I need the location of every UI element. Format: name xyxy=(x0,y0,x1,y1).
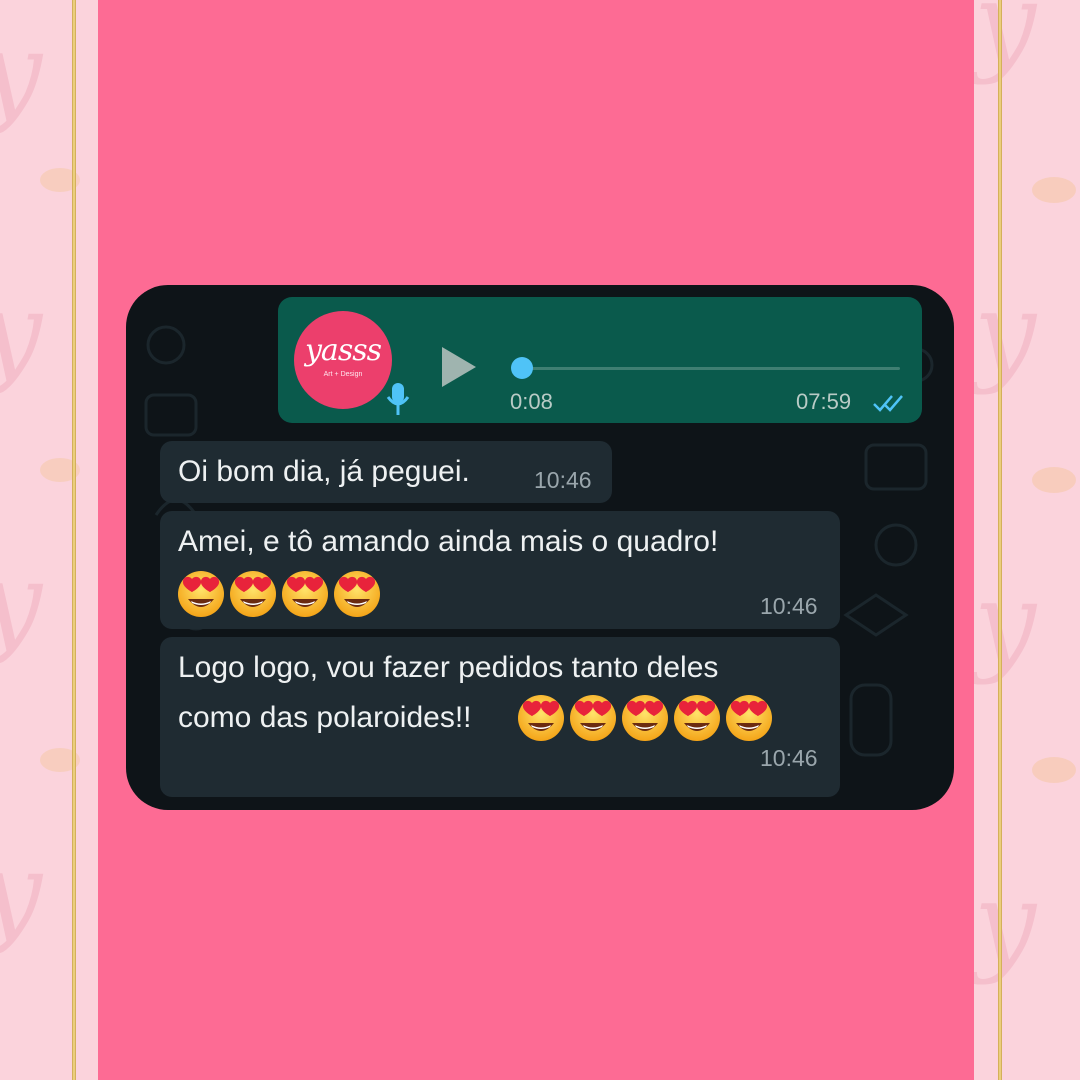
avatar-logo-subtext: Art + Design xyxy=(323,371,363,378)
svg-text:y: y xyxy=(0,828,44,956)
emoji-row xyxy=(176,569,382,619)
voice-message-bubble: yasss Art + Design 0:08 07:59 xyxy=(278,297,922,423)
play-icon xyxy=(442,347,476,387)
message-text: Amei, e tô amando ainda mais o quadro! xyxy=(178,525,719,558)
heart-eyes-emoji-icon xyxy=(518,695,564,741)
microphone-icon xyxy=(386,383,410,415)
heart-eyes-emoji-icon xyxy=(334,571,380,617)
svg-text:y: y xyxy=(0,8,44,136)
message-bubble: Oi bom dia, já peguei. 10:46 xyxy=(160,441,612,503)
heart-eyes-emoji-icon xyxy=(282,571,328,617)
svg-text:y: y xyxy=(974,0,1038,86)
watermark-pattern-right: y y y y xyxy=(974,0,1076,986)
svg-text:y: y xyxy=(974,558,1038,686)
heart-eyes-emoji-icon xyxy=(230,571,276,617)
message-time: 10:46 xyxy=(760,593,818,619)
svg-text:y: y xyxy=(974,858,1038,986)
svg-text:y: y xyxy=(0,268,44,396)
left-frame: y y y y xyxy=(0,0,98,1080)
voice-timestamp: 07:59 xyxy=(796,389,852,414)
audio-seek-bar[interactable] xyxy=(511,357,900,379)
avatar-logo-text: yasss xyxy=(304,333,382,368)
message-time: 10:46 xyxy=(534,467,592,493)
heart-eyes-emoji-icon xyxy=(622,695,668,741)
emoji-row xyxy=(516,693,774,743)
play-button[interactable] xyxy=(436,345,480,389)
message-time: 10:46 xyxy=(760,745,818,771)
heart-eyes-emoji-icon xyxy=(726,695,772,741)
heart-eyes-emoji-icon xyxy=(674,695,720,741)
message-bubble: Logo logo, vou fazer pedidos tanto deles… xyxy=(160,637,840,797)
heart-eyes-emoji-icon xyxy=(570,695,616,741)
chat-screenshot: yasss Art + Design 0:08 07:59 Oi bom dia… xyxy=(126,285,954,810)
voice-duration: 0:08 xyxy=(510,389,553,414)
svg-text:y: y xyxy=(974,268,1038,396)
watermark-pattern-left: y y y y xyxy=(0,8,80,956)
message-text: Oi bom dia, já peguei. xyxy=(178,455,470,488)
right-frame: y y y y xyxy=(974,0,1080,1080)
audio-seek-knob[interactable] xyxy=(511,357,533,379)
double-check-read-icon xyxy=(873,395,903,412)
message-bubble: Amei, e tô amando ainda mais o quadro! 1… xyxy=(160,511,840,629)
sender-avatar: yasss Art + Design xyxy=(294,311,410,415)
left-gold-line xyxy=(72,0,76,1080)
right-gold-line xyxy=(998,0,1002,1080)
heart-eyes-emoji-icon xyxy=(178,571,224,617)
svg-text:y: y xyxy=(0,538,44,666)
